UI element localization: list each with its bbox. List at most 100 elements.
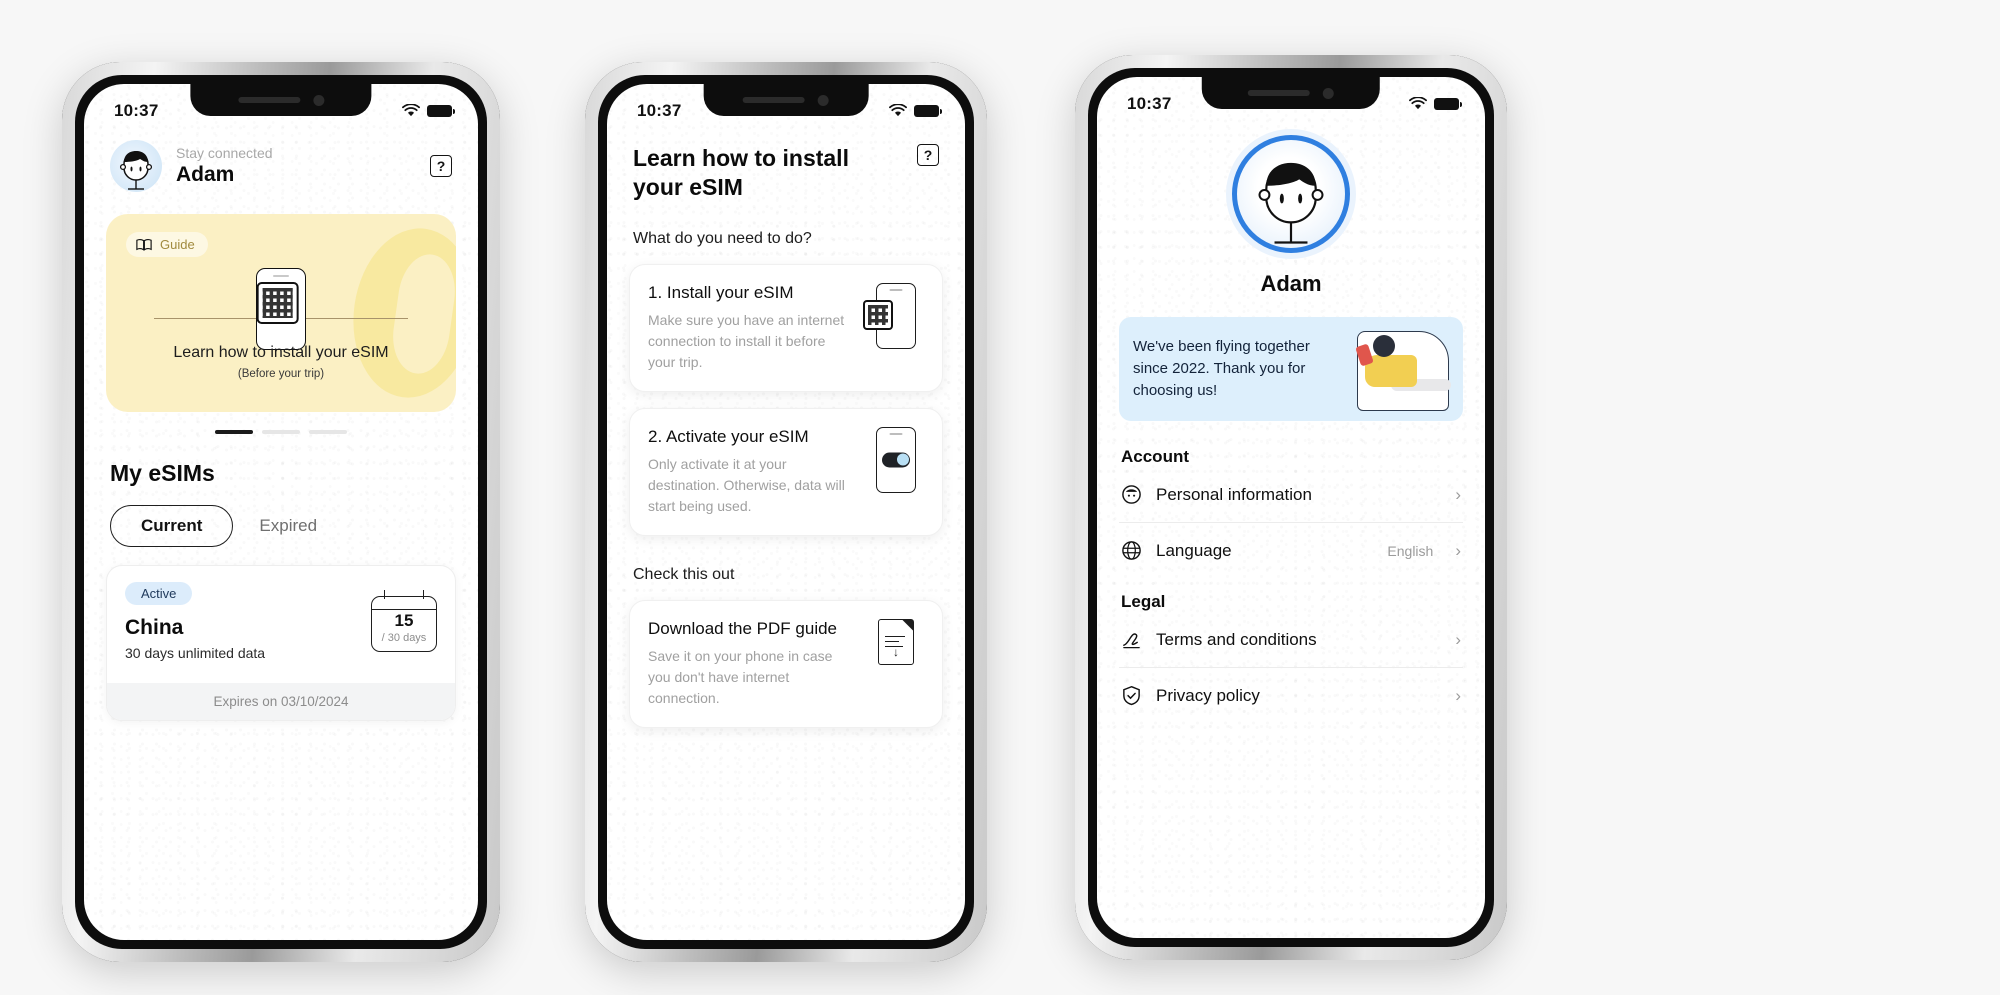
- home-header: Stay connected Adam ?: [106, 124, 456, 192]
- screen-install: 10:37 Learn how to install your eSIM ? W…: [607, 84, 965, 940]
- esim-info: Active China 30 days unlimited data: [125, 581, 266, 661]
- guide-card-title: Learn how to install your eSIM: [173, 344, 389, 361]
- globe-icon: [1122, 541, 1141, 560]
- guide-illustration: [106, 250, 456, 350]
- home-content: Stay connected Adam ? Guide Learn how to…: [84, 124, 478, 721]
- wifi-icon: [1409, 97, 1427, 110]
- install-content: Learn how to install your eSIM ? What do…: [607, 124, 965, 728]
- screenshot-stage: 10:37 Stay connected Adam ? Guide Learn …: [0, 0, 2000, 995]
- promo-banner[interactable]: We've been flying together since 2022. T…: [1119, 317, 1463, 421]
- list-item-privacy-policy[interactable]: Privacy policy ›: [1119, 668, 1463, 723]
- esim-expiry: Expires on 03/10/2024: [107, 682, 455, 720]
- greeting-label: Stay connected: [176, 144, 273, 161]
- list-item-personal-information[interactable]: Personal information ›: [1119, 467, 1463, 523]
- phone-mockup-home: 10:37 Stay connected Adam ? Guide Learn …: [62, 62, 500, 962]
- chevron-right-icon: ›: [1455, 686, 1461, 705]
- toggle-icon: [882, 452, 910, 467]
- chevron-right-icon: ›: [1455, 541, 1461, 560]
- profile-name: Adam: [1260, 271, 1322, 296]
- phone-mockup-account: 10:37 Adam We've been flying together si…: [1075, 55, 1507, 960]
- download-pdf-card[interactable]: Download the PDF guide Save it on your p…: [629, 599, 943, 728]
- step-description: Make sure you have an internet connectio…: [648, 311, 845, 370]
- list-item-label: Personal information: [1156, 484, 1312, 504]
- esim-card-body: Active China 30 days unlimited data 15 /…: [107, 566, 455, 683]
- status-icons: [889, 104, 942, 118]
- phone-bezel: 10:37: [1088, 68, 1494, 947]
- guide-carousel-card[interactable]: Guide Learn how to install your eSIM (Be…: [106, 214, 456, 412]
- screen-home: 10:37 Stay connected Adam ? Guide Learn …: [84, 84, 478, 940]
- avatar-icon: [119, 151, 153, 190]
- carousel-dot-2[interactable]: [262, 430, 300, 434]
- carousel-dot-3[interactable]: [309, 430, 347, 434]
- signature-icon: [1123, 633, 1140, 649]
- step-card-activate[interactable]: 2. Activate your eSIM Only activate it a…: [629, 407, 943, 536]
- download-arrow-icon: ↓: [893, 644, 899, 659]
- passenger-seat-icon: [1297, 321, 1457, 417]
- chevron-right-icon: ›: [1455, 485, 1461, 504]
- section-heading-check: Check this out: [633, 565, 735, 583]
- settings-list-legal: Terms and conditions › Privacy policy ›: [1119, 612, 1463, 723]
- group-title-legal: Legal: [1121, 592, 1166, 611]
- tab-expired[interactable]: Expired: [259, 516, 317, 536]
- pdf-download-icon: ↓: [868, 618, 924, 665]
- camera-icon: [312, 94, 324, 106]
- avatar-icon: [1258, 162, 1324, 244]
- list-item-label: Privacy policy: [1156, 685, 1260, 705]
- status-icons: [1409, 97, 1462, 111]
- speaker-icon: [742, 97, 805, 103]
- step-card-install[interactable]: 1. Install your eSIM Make sure you have …: [629, 263, 943, 392]
- phone-outline-icon: [863, 282, 916, 349]
- list-item-label: Terms and conditions: [1156, 629, 1317, 649]
- speaker-icon: [237, 97, 300, 103]
- settings-list-account: Personal information › Language English: [1119, 467, 1463, 578]
- esim-tabs: Current Expired: [106, 504, 456, 547]
- step-title: 1. Install your eSIM: [648, 282, 794, 302]
- status-icons: [402, 104, 455, 118]
- speaker-icon: [1248, 90, 1310, 96]
- phone-toggle-icon: [868, 426, 924, 493]
- qr-code-icon: [256, 282, 299, 324]
- person-icon: [1122, 485, 1141, 504]
- document-icon: ↓: [878, 618, 914, 665]
- phone-bezel: 10:37 Learn how to install your eSIM ? W…: [598, 75, 974, 949]
- notch: [703, 84, 869, 116]
- list-item-terms-and-conditions[interactable]: Terms and conditions ›: [1119, 612, 1463, 668]
- tab-current[interactable]: Current: [110, 504, 234, 547]
- download-text: Download the PDF guide Save it on your p…: [648, 619, 854, 709]
- days-used: 15: [394, 610, 414, 630]
- days-total: / 30 days: [381, 631, 427, 644]
- notch: [190, 84, 372, 116]
- esim-card[interactable]: Active China 30 days unlimited data 15 /…: [106, 564, 456, 721]
- list-item-value: English: [1387, 542, 1434, 559]
- help-button[interactable]: ?: [917, 144, 939, 166]
- avatar[interactable]: [110, 140, 162, 192]
- qr-code-icon: [863, 299, 893, 330]
- esim-plan: 30 days unlimited data: [125, 644, 266, 661]
- status-badge: Active: [125, 581, 193, 605]
- phone-qr-icon: [863, 282, 924, 349]
- notch: [1201, 77, 1381, 109]
- step-description: Only activate it at your destination. Ot…: [648, 455, 845, 514]
- download-title: Download the PDF guide: [648, 618, 838, 638]
- status-time: 10:37: [1127, 94, 1172, 113]
- guide-card-subtitle: (Before your trip): [237, 368, 325, 380]
- battery-icon: [1434, 98, 1462, 110]
- shield-icon: [1123, 685, 1140, 706]
- page-title: My eSIMs: [110, 459, 215, 486]
- step-text: 1. Install your eSIM Make sure you have …: [648, 283, 854, 373]
- carousel-dot-1[interactable]: [215, 430, 253, 434]
- help-button[interactable]: ?: [430, 155, 452, 177]
- esim-country: China: [125, 615, 184, 639]
- avatar[interactable]: [1232, 135, 1350, 253]
- chevron-right-icon: ›: [1455, 630, 1461, 649]
- group-title-account: Account: [1121, 447, 1189, 466]
- page-title: Learn how to install your eSIM: [633, 145, 849, 200]
- list-item-language[interactable]: Language English ›: [1119, 523, 1463, 578]
- user-name: Adam: [176, 163, 235, 187]
- account-content: Adam We've been flying together since 20…: [1097, 117, 1485, 723]
- section-question: What do you need to do?: [633, 229, 812, 247]
- status-time: 10:37: [114, 101, 159, 120]
- camera-icon: [817, 94, 829, 106]
- header-text: Stay connected Adam: [176, 145, 416, 188]
- carousel-dots[interactable]: [106, 430, 456, 434]
